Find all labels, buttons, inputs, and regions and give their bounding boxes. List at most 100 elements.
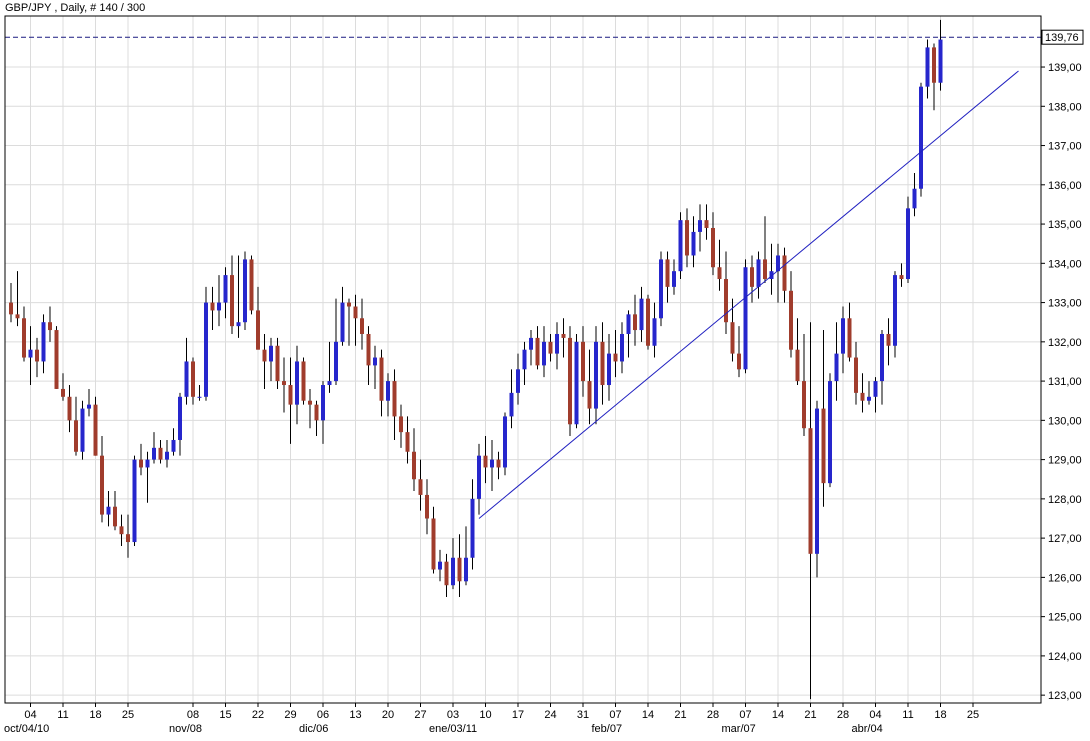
candle-body-down	[763, 259, 767, 280]
candle-body-down	[353, 306, 358, 319]
price-label: 133,00	[1048, 298, 1082, 310]
candle-body-down	[210, 302, 215, 311]
day-label: 08	[187, 709, 199, 721]
day-label: 28	[707, 709, 719, 721]
candle-body-up	[152, 447, 156, 460]
candle	[568, 326, 572, 437]
candle-body-up	[217, 302, 221, 311]
candle-body-down	[535, 337, 540, 366]
candle-body-down	[483, 455, 488, 468]
candle-body-up	[178, 396, 182, 440]
candle-body-down	[67, 396, 72, 421]
day-label: 07	[739, 709, 751, 721]
candle-body-down	[139, 459, 143, 468]
candle-body-down	[22, 318, 26, 358]
candle-body-down	[587, 381, 592, 409]
price-label: 126,00	[1048, 572, 1082, 584]
day-label: 06	[317, 709, 329, 721]
month-label: abr/04	[852, 723, 883, 735]
day-label: 04	[869, 709, 881, 721]
candle-body-up	[893, 275, 897, 346]
candle-body-down	[15, 314, 20, 319]
candle-body-up	[529, 337, 533, 350]
candle-body-down	[61, 388, 65, 397]
candle-body-down	[808, 428, 813, 554]
candle-body-down	[35, 349, 39, 362]
candle-body-down	[113, 506, 117, 527]
candle-body-down	[548, 341, 553, 354]
candle-body-up	[555, 333, 559, 354]
candle-body-down	[412, 451, 416, 480]
day-label: 04	[24, 709, 36, 721]
candle-body-up	[880, 333, 884, 382]
day-label: 03	[447, 709, 459, 721]
candle-body-down	[711, 227, 715, 268]
candle-body-down	[100, 455, 104, 515]
candle-body-up	[938, 39, 943, 83]
candle-body-down	[802, 381, 806, 429]
candle-body-down	[405, 432, 410, 452]
candle-body-down	[126, 534, 130, 543]
day-label: 13	[349, 709, 361, 721]
day-label: 24	[544, 709, 556, 721]
candle-body-down	[717, 267, 722, 280]
candle-body-up	[659, 259, 663, 319]
day-label: 14	[772, 709, 784, 721]
candle-body-up	[477, 455, 481, 499]
candle-body-down	[613, 353, 618, 362]
price-label: 123,00	[1048, 690, 1082, 702]
candle-body-down	[366, 333, 371, 366]
candle	[93, 396, 98, 456]
candle-body-down	[600, 341, 605, 386]
candle	[301, 357, 306, 405]
candle-body-down	[932, 47, 936, 83]
price-label: 137,00	[1048, 141, 1082, 153]
candle-body-down	[93, 404, 98, 456]
day-label: 22	[252, 709, 264, 721]
day-label: 10	[479, 709, 491, 721]
day-label: 20	[382, 709, 394, 721]
candle-body-up	[815, 408, 819, 554]
candle-body-down	[886, 333, 891, 346]
candle-body-up	[756, 259, 761, 287]
candle-body-up	[165, 451, 169, 460]
candle-body-down	[308, 400, 312, 405]
candle-body-down	[119, 526, 124, 535]
candle-body-down	[496, 459, 501, 468]
candle-body-up	[197, 396, 202, 398]
chart-window[interactable]: 123,00 124,00 125,00 126,00 127,00 128,00 129,…	[0, 0, 1090, 736]
day-label: 25	[967, 709, 979, 721]
candle-body-up	[334, 341, 338, 382]
price-label: 129,00	[1048, 455, 1082, 467]
day-label: 07	[609, 709, 621, 721]
candle-body-up	[41, 322, 46, 362]
candle-body-up	[691, 231, 696, 256]
candle-body-down	[379, 357, 384, 401]
candle-body-up	[490, 459, 494, 468]
candle-body-down	[444, 561, 449, 586]
day-label: 27	[414, 709, 426, 721]
candle	[828, 373, 832, 488]
candle-body-down	[685, 220, 689, 256]
candle-body-down	[392, 381, 397, 417]
candle	[743, 259, 748, 374]
candle	[249, 255, 254, 315]
candle-body-up	[80, 408, 85, 452]
month-label: feb/07	[592, 723, 623, 735]
candle	[906, 196, 910, 283]
candle-body-down	[457, 557, 462, 582]
candle-body-up	[340, 302, 345, 342]
candle	[503, 412, 507, 476]
candle-body-down	[74, 420, 78, 452]
candle-body-down	[821, 408, 826, 484]
day-label: 14	[642, 709, 654, 721]
candle-body-up	[912, 188, 917, 209]
candlestick-chart[interactable]: 123,00 124,00 125,00 126,00 127,00 128,00 129,…	[0, 0, 1090, 736]
candle-body-up	[867, 396, 871, 401]
candle-body-down	[750, 267, 754, 287]
candle-body-up	[509, 392, 514, 417]
candle-body-down	[418, 479, 423, 495]
candle	[132, 455, 137, 546]
current-price-label: 139,76	[1045, 32, 1079, 44]
day-label: 11	[902, 709, 913, 721]
